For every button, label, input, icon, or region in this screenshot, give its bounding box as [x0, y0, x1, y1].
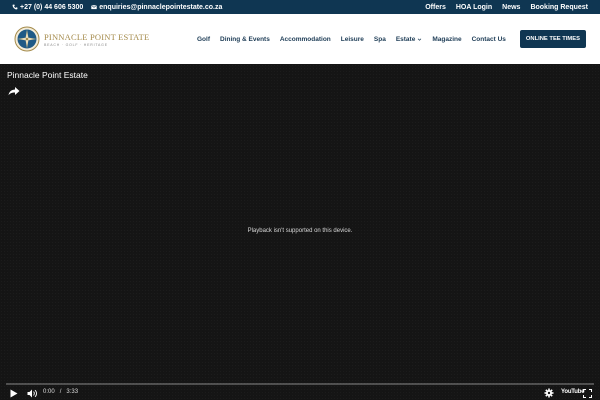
logo-name: PINNACLE POINT ESTATE	[44, 31, 150, 42]
play-icon[interactable]	[10, 389, 18, 398]
nav-dining-events[interactable]: Dining & Events	[220, 36, 270, 43]
topbar-link-hoa-login[interactable]: HOA Login	[456, 4, 492, 11]
share-icon[interactable]	[8, 86, 20, 96]
topbar-link-offers[interactable]: Offers	[425, 4, 446, 11]
email-link[interactable]: enquiries@pinnaclepointestate.co.za	[91, 4, 222, 11]
mail-icon	[91, 4, 98, 10]
topbar-link-news[interactable]: News	[502, 4, 520, 11]
top-info-bar: +27 (0) 44 606 5300 enquiries@pinnaclepo…	[0, 0, 600, 14]
phone-number: +27 (0) 44 606 5300	[20, 3, 84, 11]
progress-bar[interactable]	[6, 383, 594, 385]
volume-icon[interactable]	[27, 389, 38, 398]
logo-tagline: BEACH · GOLF · HERITAGE	[44, 42, 108, 47]
video-player[interactable]: Pinnacle Point Estate Playback isn't sup…	[0, 64, 600, 400]
nav-golf[interactable]: Golf	[197, 36, 210, 43]
main-nav: Golf Dining & Events Accommodation Leisu…	[197, 14, 506, 64]
nav-estate-label: Estate	[395, 35, 416, 43]
duration: 3:33	[66, 389, 79, 395]
site-header: PINNACLE POINT ESTATE BEACH · GOLF · HER…	[0, 14, 600, 64]
nav-estate[interactable]: Estate	[396, 36, 423, 43]
chevron-down-icon	[418, 38, 422, 41]
time-separator: /	[59, 389, 62, 395]
youtube-logo[interactable]: YouTube	[561, 389, 585, 395]
compass-logo-icon	[14, 26, 40, 52]
fullscreen-icon[interactable]	[583, 389, 592, 398]
nav-accommodation[interactable]: Accommodation	[280, 36, 331, 43]
topbar-link-booking-request[interactable]: Booking Request	[530, 4, 588, 11]
phone-link[interactable]: +27 (0) 44 606 5300	[12, 4, 83, 11]
nav-contact-us[interactable]: Contact Us	[472, 36, 506, 43]
nav-leisure[interactable]: Leisure	[341, 36, 364, 43]
playback-error-message: Playback isn't supported on this device.	[247, 228, 353, 234]
phone-icon	[12, 4, 18, 10]
video-title[interactable]: Pinnacle Point Estate	[7, 70, 88, 80]
current-time: 0:00	[43, 389, 55, 395]
nav-magazine[interactable]: Magazine	[432, 36, 461, 43]
gear-icon[interactable]	[544, 388, 554, 398]
time-display: 0:00 / 3:33	[43, 389, 78, 395]
site-logo[interactable]: PINNACLE POINT ESTATE BEACH · GOLF · HER…	[14, 26, 149, 52]
email-address: enquiries@pinnaclepointestate.co.za	[99, 3, 223, 11]
nav-spa[interactable]: Spa	[374, 36, 386, 43]
player-controls: 0:00 / 3:33 YouTube	[0, 386, 600, 400]
online-tee-times-button[interactable]: ONLINE TEE TIMES	[519, 30, 586, 48]
